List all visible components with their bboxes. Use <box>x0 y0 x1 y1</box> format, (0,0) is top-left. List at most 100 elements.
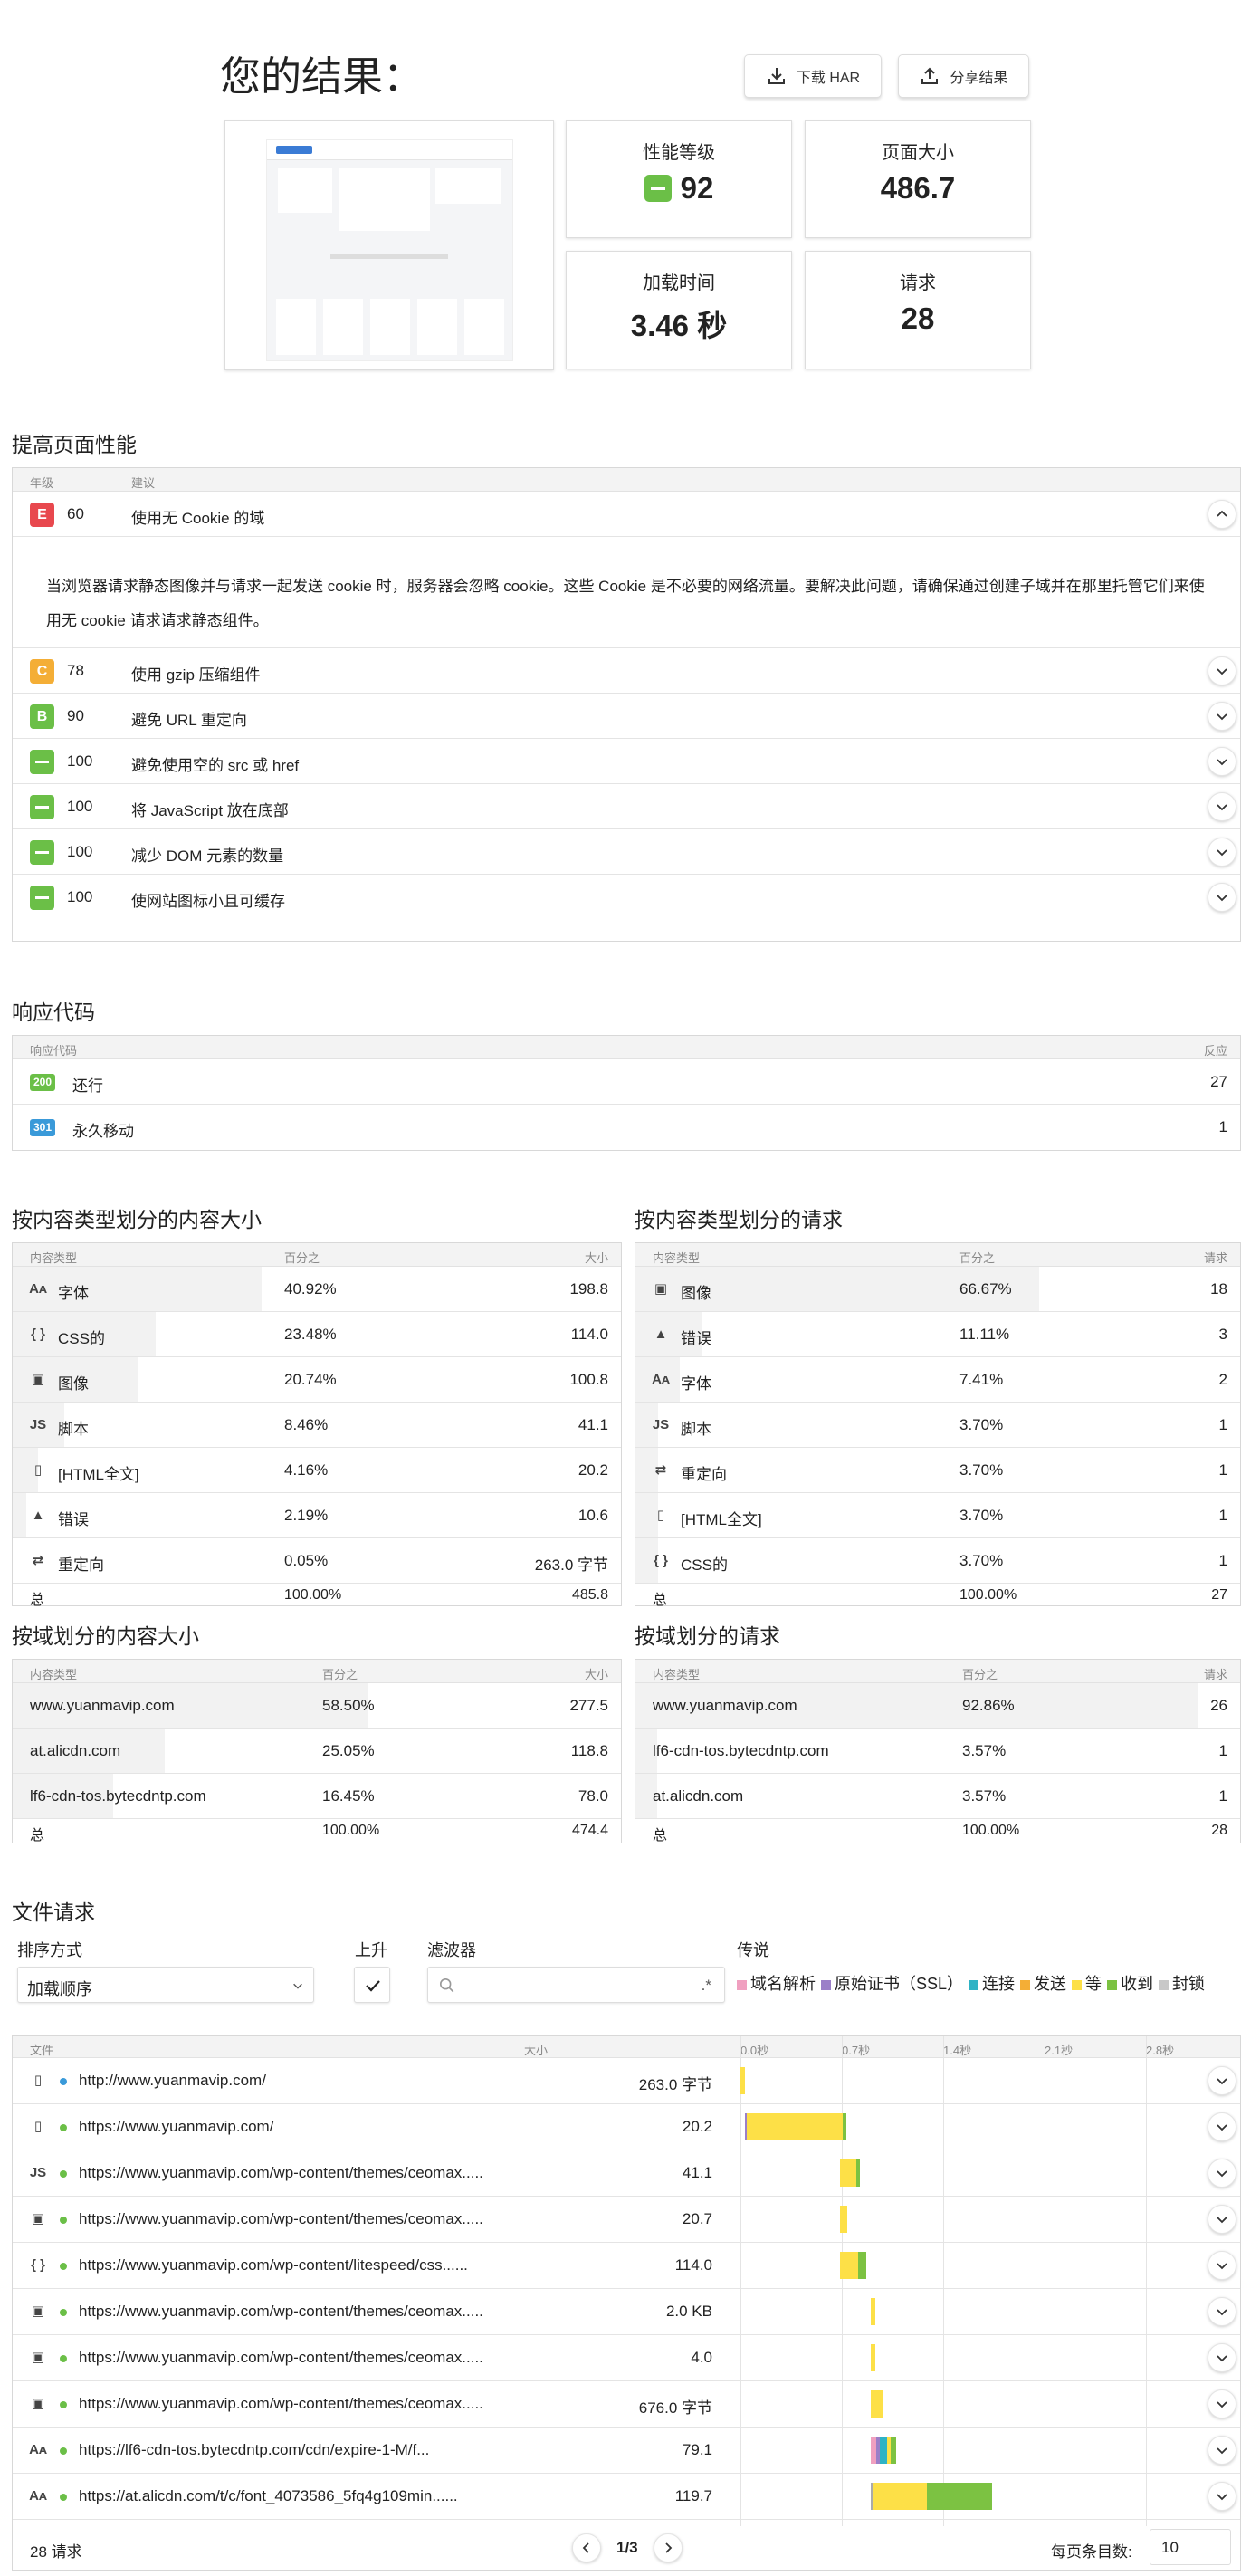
css-icon: { } <box>654 1553 668 1568</box>
expand-button[interactable] <box>1208 500 1236 529</box>
legend-item: 连接 <box>969 1975 1015 1993</box>
prev-page-button[interactable] <box>572 2533 601 2562</box>
file-size: 20.7 <box>682 2210 712 2227</box>
breakdown-name: 图像 <box>58 1375 89 1393</box>
chevron-down-icon <box>1217 895 1227 902</box>
req-by-domain-table: 内容类型 百分之 请求 www.yuanmavip.com 92.86% 26 lf… <box>635 1659 1241 1843</box>
advice-row[interactable]: 100 将 JavaScript 放在底部 <box>13 784 1240 829</box>
expand-button[interactable] <box>1208 2251 1236 2280</box>
sort-select[interactable]: 加载顺序 <box>17 1967 314 2003</box>
legend-swatch <box>821 1979 831 1990</box>
breakdown-pct: 66.67% <box>959 1280 1012 1298</box>
breakdown-name: 重定向 <box>681 1466 727 1483</box>
per-page-select[interactable]: 10 <box>1150 2529 1231 2565</box>
legend-text: 等 <box>1085 1975 1103 1993</box>
waterfall-table: 文件 大小 0.0秒 0.7秒 1.4秒 2.1秒 2.8秒 ▯ http://www.yu… <box>12 2035 1241 2571</box>
advice-row[interactable]: 100 减少 DOM 元素的数量 <box>13 829 1240 875</box>
filter-input[interactable]: .* <box>427 1967 725 2003</box>
status-dot <box>60 2217 67 2224</box>
status-dot <box>60 2494 67 2501</box>
total-row: 总 100.00% 27 <box>635 1584 1240 1608</box>
advice-row[interactable]: E 60 使用无 Cookie 的域 <box>13 492 1240 537</box>
expand-button[interactable] <box>1208 2066 1236 2095</box>
expand-button[interactable] <box>1208 747 1236 776</box>
breakdown-name: CSS的 <box>681 1556 728 1574</box>
chevron-down-icon <box>1217 2309 1227 2316</box>
file-requests-title: 文件请求 <box>12 1901 95 1924</box>
sort-label: 排序方式 <box>17 1941 82 1959</box>
expand-button[interactable] <box>1208 2482 1236 2511</box>
next-page-button[interactable] <box>654 2533 683 2562</box>
load-value: 3.46 秒 <box>630 309 728 342</box>
timing-segment <box>871 2390 884 2418</box>
legend-swatch <box>737 1979 747 1990</box>
expand-button[interactable] <box>1208 2343 1236 2372</box>
expand-button[interactable] <box>1208 883 1236 912</box>
status-dot <box>60 2401 67 2408</box>
breakdown-name: lf6-cdn-tos.bytecdntp.com <box>30 1787 206 1805</box>
code-count: 27 <box>1210 1073 1227 1090</box>
expand-button[interactable] <box>1208 2205 1236 2234</box>
file-request-row[interactable]: JS https://www.yuanmavip.com/wp-content/… <box>13 2150 1240 2197</box>
response-code-row: 301 永久移动 1 <box>13 1105 1240 1150</box>
download-har-button[interactable]: 下载 HAR <box>744 54 882 98</box>
share-button[interactable]: 分享结果 <box>898 54 1029 98</box>
file-request-row[interactable]: ▯ http://www.yuanmavip.com/ 263.0 字节 <box>13 2058 1240 2104</box>
file-request-row[interactable]: { } https://www.yuanmavip.com/wp-content… <box>13 2243 1240 2289</box>
legend-text: 原始证书（SSL） <box>835 1975 964 1993</box>
breakdown-row: ▣ 图像 20.74% 100.8 <box>13 1357 621 1403</box>
expand-button[interactable] <box>1208 838 1236 867</box>
pagination-bar: 28 请求 1/3 每页条目数: 10 <box>13 2523 1240 2571</box>
legend-swatch <box>969 1979 979 1990</box>
legend-item: 发送 <box>1020 1975 1066 1993</box>
breakdown-value: 277.5 <box>569 1697 608 1714</box>
advice-text: 使用 gzip 压缩组件 <box>131 666 261 684</box>
breakdown-pct: 58.50% <box>322 1697 375 1714</box>
advice-score: 100 <box>67 798 93 815</box>
size-by-type-title: 按内容类型划分的内容大小 <box>12 1208 262 1231</box>
expand-button[interactable] <box>1208 702 1236 731</box>
expand-button[interactable] <box>1208 2112 1236 2141</box>
expand-button[interactable] <box>1208 2436 1236 2465</box>
file-size: 676.0 字节 <box>638 2399 712 2417</box>
breakdown-name: 重定向 <box>58 1556 104 1574</box>
total-pct: 100.00% <box>959 1587 1017 1603</box>
breakdown-value: 198.8 <box>569 1280 608 1298</box>
expand-button[interactable] <box>1208 2389 1236 2418</box>
breakdown-pct: 40.92% <box>284 1280 337 1298</box>
advice-row[interactable]: 100 避免使用空的 src 或 href <box>13 739 1240 784</box>
legend-item: 域名解析 <box>737 1975 816 1993</box>
font-icon: Aᴀ <box>29 1281 47 1297</box>
file-request-row[interactable]: ▣ https://www.yuanmavip.com/wp-content/t… <box>13 2289 1240 2335</box>
file-request-row[interactable]: ▣ https://www.yuanmavip.com/wp-content/t… <box>13 2197 1240 2243</box>
expand-button[interactable] <box>1208 656 1236 685</box>
html-icon: ▯ <box>33 2119 43 2134</box>
page-title: 您的结果： <box>220 53 425 100</box>
col-count: 请求 <box>1203 1251 1227 1265</box>
file-request-row[interactable]: ▣ https://www.yuanmavip.com/wp-content/t… <box>13 2335 1240 2381</box>
breakdown-pct: 4.16% <box>284 1461 329 1479</box>
file-request-row[interactable]: Aᴀ https://lf6-cdn-tos.bytecdntp.com/cdn… <box>13 2428 1240 2474</box>
expand-button[interactable] <box>1208 792 1236 821</box>
error-icon: ▲ <box>31 1508 45 1523</box>
advice-row[interactable]: B 90 避免 URL 重定向 <box>13 694 1240 739</box>
grade-badge: B <box>30 704 54 729</box>
css-icon: { } <box>31 1326 45 1342</box>
grade-badge: C <box>30 659 54 684</box>
advice-row[interactable]: 100 使网站图标小且可缓存 <box>13 875 1240 920</box>
script-icon: JS <box>652 1417 670 1432</box>
expand-button[interactable] <box>1208 2159 1236 2188</box>
advice-row[interactable]: C 78 使用 gzip 压缩组件 <box>13 648 1240 694</box>
advice-text: 使网站图标小且可缓存 <box>131 893 285 910</box>
advice-text: 使用无 Cookie 的域 <box>131 510 265 527</box>
req-value: 28 <box>901 302 935 335</box>
load-label: 加载时间 <box>643 273 715 293</box>
search-icon <box>439 1977 454 1993</box>
file-request-row[interactable]: ▣ https://www.yuanmavip.com/wp-content/t… <box>13 2381 1240 2428</box>
col-size: 大小 <box>584 1668 608 1681</box>
file-request-row[interactable]: Aᴀ https://at.alicdn.com/t/c/font_407358… <box>13 2474 1240 2520</box>
ascending-checkbox[interactable] <box>354 1967 390 2003</box>
file-request-row[interactable]: ▯ https://www.yuanmavip.com/ 20.2 <box>13 2104 1240 2150</box>
expand-button[interactable] <box>1208 2297 1236 2326</box>
requests-card: 请求 28 <box>805 251 1031 369</box>
